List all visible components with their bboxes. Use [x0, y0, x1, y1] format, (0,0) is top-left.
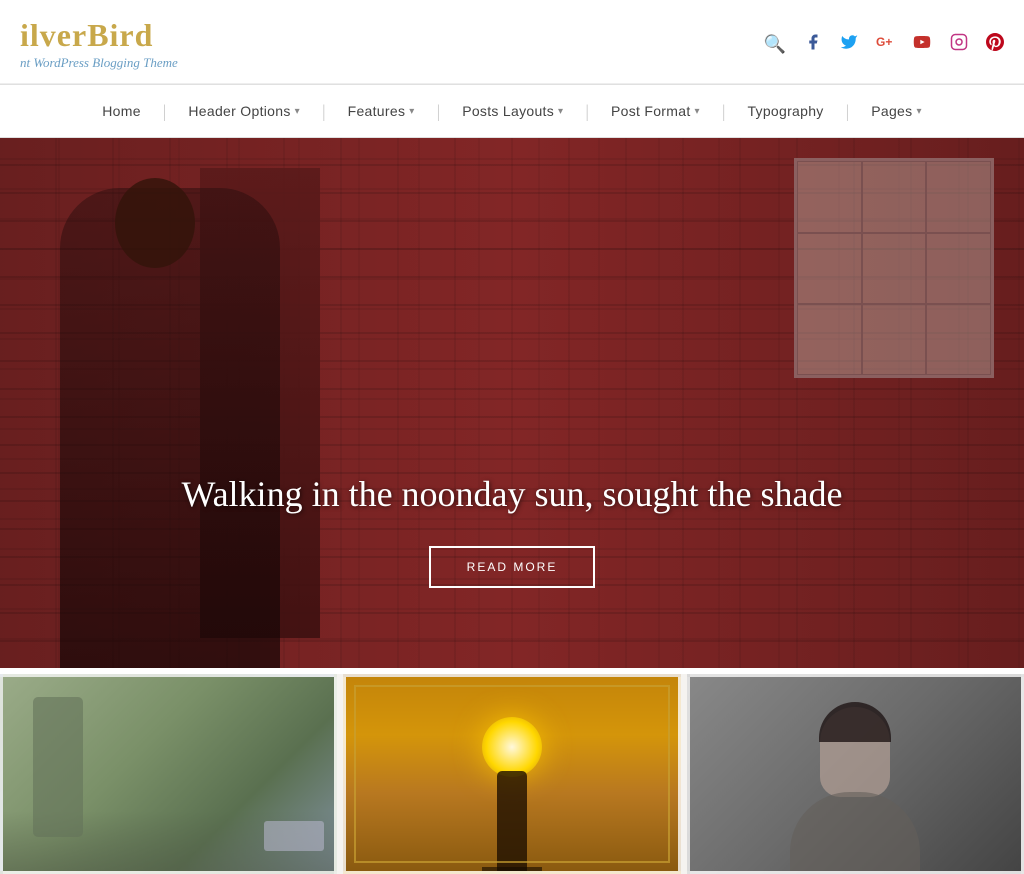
- window-pane: [862, 161, 927, 232]
- thumbnail-card-2[interactable]: [343, 674, 680, 874]
- dropdown-arrow-icon: ▾: [695, 106, 700, 117]
- nav-item-header-options[interactable]: Header Options ▾: [166, 85, 322, 137]
- nav-link-posts-layouts[interactable]: Posts Layouts ▾: [440, 85, 585, 137]
- hero-title: Walking in the noonday sun, sought the s…: [0, 471, 1024, 518]
- figure-head: [115, 178, 195, 268]
- window-pane: [926, 161, 991, 232]
- dropdown-arrow-icon: ▾: [916, 106, 921, 117]
- google-plus-icon[interactable]: G+: [876, 33, 894, 56]
- thumbnail-card-3[interactable]: [687, 674, 1024, 874]
- nav-item-typography[interactable]: Typography: [725, 85, 845, 137]
- main-navigation: Home | Header Options ▾ | Features ▾ | P…: [0, 84, 1024, 138]
- thumb-figure-1: [33, 697, 83, 837]
- nav-link-features[interactable]: Features ▾: [326, 85, 437, 137]
- dropdown-arrow-icon: ▾: [558, 106, 563, 117]
- youtube-icon[interactable]: [912, 33, 932, 56]
- hero-content: Walking in the noonday sun, sought the s…: [0, 471, 1024, 668]
- nav-item-pages[interactable]: Pages ▾: [849, 85, 944, 137]
- svg-text:G+: G+: [876, 35, 892, 49]
- nav-item-features[interactable]: Features ▾: [326, 85, 437, 137]
- window-pane: [797, 304, 862, 375]
- thumbnail-card-1[interactable]: [0, 674, 337, 874]
- nav-item-posts-layouts[interactable]: Posts Layouts ▾: [440, 85, 585, 137]
- site-header: ilverBird nt WordPress Blogging Theme 🔍 …: [0, 0, 1024, 84]
- thumb-hair: [819, 702, 891, 742]
- window-pane: [926, 233, 991, 304]
- nav-link-pages[interactable]: Pages ▾: [849, 85, 944, 137]
- nav-link-post-format[interactable]: Post Format ▾: [589, 85, 722, 137]
- site-logo[interactable]: ilverBird: [20, 18, 178, 53]
- window-pane: [862, 304, 927, 375]
- nav-link-typography[interactable]: Typography: [725, 85, 845, 137]
- dropdown-arrow-icon: ▾: [409, 106, 414, 117]
- facebook-icon[interactable]: [804, 33, 822, 56]
- nav-link-home[interactable]: Home: [80, 85, 163, 137]
- nav-item-home[interactable]: Home: [80, 85, 163, 137]
- thumb-car: [264, 821, 324, 851]
- nav-list: Home | Header Options ▾ | Features ▾ | P…: [80, 85, 944, 137]
- dropdown-arrow-icon: ▾: [295, 106, 300, 117]
- twitter-icon[interactable]: [840, 33, 858, 56]
- nav-item-post-format[interactable]: Post Format ▾: [589, 85, 722, 137]
- window-pane: [926, 304, 991, 375]
- thumbnails-strip: [0, 668, 1024, 874]
- hero-window-element: [794, 158, 994, 378]
- pinterest-icon[interactable]: [986, 33, 1004, 56]
- site-tagline: nt WordPress Blogging Theme: [20, 55, 178, 71]
- hero-read-more-button[interactable]: READ MORE: [429, 546, 596, 588]
- window-pane: [797, 233, 862, 304]
- social-icons-bar: 🔍 G+: [764, 33, 1004, 56]
- logo-area: ilverBird nt WordPress Blogging Theme: [20, 18, 178, 71]
- search-icon[interactable]: 🔍: [764, 34, 786, 55]
- window-grid: [797, 161, 991, 375]
- thumb-shoulders: [790, 792, 920, 872]
- window-pane: [797, 161, 862, 232]
- instagram-icon[interactable]: [950, 33, 968, 56]
- thumb-ground: [482, 867, 542, 871]
- hero-section: Walking in the noonday sun, sought the s…: [0, 138, 1024, 668]
- thumb-frame-2: [354, 685, 669, 863]
- nav-link-header-options[interactable]: Header Options ▾: [166, 85, 322, 137]
- window-pane: [862, 233, 927, 304]
